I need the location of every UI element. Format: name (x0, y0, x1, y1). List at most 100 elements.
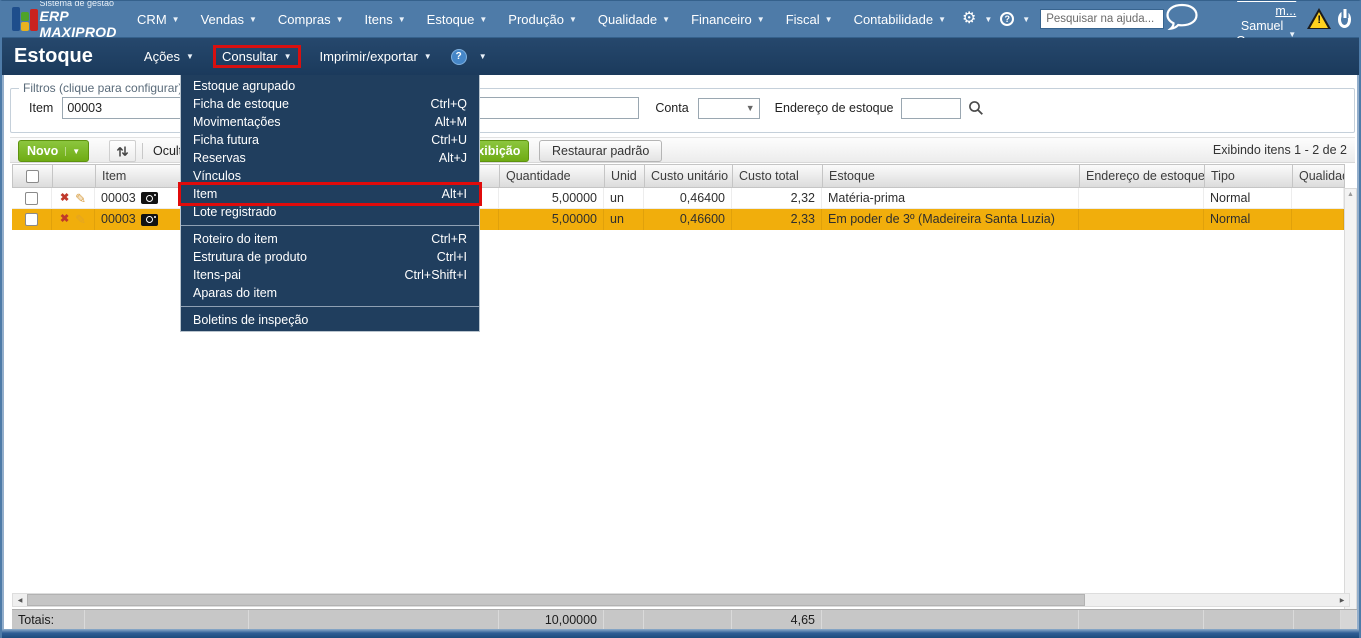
menu-item-vinculos[interactable]: Vínculos (181, 167, 479, 185)
menu-item-itens-pai[interactable]: Itens-pai Ctrl+Shift+I (181, 266, 479, 284)
totals-empty-cell (85, 610, 249, 631)
warning-icon[interactable]: ! (1306, 8, 1332, 30)
menu-separator (181, 225, 479, 226)
totals-empty-cell (1294, 610, 1341, 631)
menu-item-roteiro-do-item[interactable]: Roteiro do item Ctrl+R (181, 230, 479, 248)
chevron-down-icon: ▼ (662, 14, 671, 24)
nav-contabilidade[interactable]: Contabilidade ▼ (854, 12, 946, 27)
header-tipo[interactable]: Tipo (1205, 165, 1293, 187)
cell-tipo: Normal (1204, 188, 1292, 208)
header-unid[interactable]: Unid (605, 165, 645, 187)
endereco-filter-input[interactable] (900, 97, 961, 119)
camera-icon[interactable] (140, 213, 158, 226)
row-checkbox[interactable] (25, 213, 38, 226)
menu-item-aparas-do-item[interactable]: Aparas do item (181, 284, 479, 302)
menu-item-reservas[interactable]: Reservas Alt+J (181, 149, 479, 167)
delete-icon[interactable]: ✖ (60, 188, 69, 208)
menu-item-movimentacoes[interactable]: Movimentações Alt+M (181, 113, 479, 131)
nav-qualidade[interactable]: Qualidade ▼ (598, 12, 670, 27)
cell-custo-total: 2,33 (732, 209, 822, 230)
totals-label: Totais: (12, 610, 85, 631)
nav-fiscal[interactable]: Fiscal ▼ (786, 12, 833, 27)
header-qualidade[interactable]: Qualidade (1293, 165, 1345, 187)
nav-producao[interactable]: Produção ▼ (508, 12, 577, 27)
filters-legend[interactable]: Filtros (clique para configurar) (19, 81, 186, 95)
chevron-down-icon: ▼ (756, 14, 765, 24)
nav-crm[interactable]: CRM ▼ (137, 12, 180, 27)
cell-endereco (1079, 188, 1204, 208)
cell-tipo: Normal (1204, 209, 1292, 230)
select-all-cell (13, 165, 53, 187)
conta-filter-label: Conta (655, 101, 689, 115)
menu-item-lote-registrado[interactable]: Lote registrado (181, 203, 479, 221)
delete-icon[interactable]: ✖ (60, 209, 69, 230)
logo-title: ERP MAXIPROD (39, 8, 117, 40)
totals-empty-cell (1204, 610, 1294, 631)
scroll-left-arrow-icon[interactable]: ◀ (13, 594, 27, 606)
restaurar-padrao-button[interactable]: Restaurar padrão (539, 140, 663, 162)
chevron-down-icon: ▼ (568, 14, 577, 24)
cell-qualidade (1292, 188, 1344, 208)
app-logo[interactable]: Sistema de gestão ERP MAXIPROD (2, 1, 137, 40)
header-custo-unitario[interactable]: Custo unitário (645, 165, 733, 187)
gear-icon[interactable]: ⚙ (962, 11, 976, 27)
toolbar-separator (142, 143, 143, 159)
totals-custo-total: 4,65 (732, 610, 822, 631)
chevron-down-icon: ▼ (397, 14, 406, 24)
company-link[interactable]: Fábrica de m... (1224, 1, 1296, 19)
nav-itens[interactable]: Itens ▼ (365, 12, 406, 27)
camera-icon[interactable] (140, 192, 158, 204)
chevron-down-icon: ▼ (479, 14, 488, 24)
vertical-scrollbar[interactable]: ▲ ▼ (1344, 188, 1357, 638)
nav-vendas[interactable]: Vendas ▼ (201, 12, 257, 27)
menu-acoes[interactable]: Ações ▼ (137, 46, 201, 67)
menu-item-item[interactable]: Item Alt+I (178, 182, 482, 206)
row-actions-cell: ✖ ✎ (52, 188, 95, 208)
chevron-down-icon: ▼ (171, 14, 180, 24)
select-all-checkbox[interactable] (26, 169, 39, 183)
nav-financeiro[interactable]: Financeiro ▼ (691, 12, 765, 27)
chevron-down-icon: ▼ (248, 14, 257, 24)
scroll-up-arrow-icon[interactable]: ▲ (1345, 191, 1356, 198)
menu-item-ficha-de-estoque[interactable]: Ficha de estoque Ctrl+Q (181, 95, 479, 113)
edit-pencil-icon[interactable]: ✎ (75, 188, 86, 208)
help-icon[interactable]: ? (1000, 12, 1015, 26)
chevron-down-icon: ▼ (745, 102, 755, 113)
cell-unid: un (604, 209, 644, 230)
horizontal-scrollbar[interactable]: ◀ ▶ (12, 593, 1350, 607)
menu-imprimir-exportar[interactable]: Imprimir/exportar ▼ (313, 46, 439, 67)
novo-dropdown-chevron-icon[interactable]: ▼ (65, 146, 80, 156)
refresh-icon[interactable] (109, 140, 136, 162)
page-help-icon[interactable]: ? (450, 48, 467, 65)
menu-item-estoque-agrupado[interactable]: Estoque agrupado (181, 77, 479, 95)
header-custo-total[interactable]: Custo total (733, 165, 823, 187)
row-checkbox[interactable] (25, 191, 38, 205)
menu-item-estrutura-de-produto[interactable]: Estrutura de produto Ctrl+I (181, 248, 479, 266)
menu-item-ficha-futura[interactable]: Ficha futura Ctrl+U (181, 131, 479, 149)
page-title: Estoque (14, 45, 93, 67)
novo-button[interactable]: Novo ▼ (18, 140, 90, 162)
page-more-chevron-icon[interactable]: ▼ (479, 52, 487, 61)
conta-select[interactable]: ▼ (697, 97, 760, 119)
header-actions-cell (53, 165, 96, 187)
nav-compras[interactable]: Compras ▼ (278, 12, 344, 27)
cell-endereco (1079, 209, 1204, 230)
gear-dropdown-chevron-icon[interactable]: ▼ (984, 15, 992, 24)
menu-item-boletins-de-inspecao[interactable]: Boletins de inspeção (181, 311, 479, 329)
chat-bubble-icon[interactable] (1164, 3, 1200, 35)
search-icon[interactable] (968, 100, 984, 116)
menu-consultar[interactable]: Consultar ▼ (212, 45, 301, 68)
row-select-cell (12, 209, 52, 230)
header-quantidade[interactable]: Quantidade (500, 165, 605, 187)
horizontal-scrollbar-thumb[interactable] (27, 594, 1085, 606)
edit-pencil-icon[interactable]: ✎ (75, 209, 86, 230)
logout-power-icon[interactable] (1337, 10, 1352, 28)
help-search-input[interactable] (1040, 9, 1165, 29)
scroll-right-arrow-icon[interactable]: ▶ (1335, 594, 1349, 606)
nav-estoque[interactable]: Estoque ▼ (427, 12, 488, 27)
header-endereco-estoque[interactable]: Endereço de estoque (1080, 165, 1205, 187)
erp-app-window: Sistema de gestão ERP MAXIPROD CRM ▼ Vend… (0, 0, 1361, 638)
header-estoque[interactable]: Estoque (823, 165, 1080, 187)
items-count-status: Exibindo itens 1 - 2 de 2 (1212, 143, 1347, 157)
help-dropdown-chevron-icon[interactable]: ▼ (1022, 15, 1030, 24)
